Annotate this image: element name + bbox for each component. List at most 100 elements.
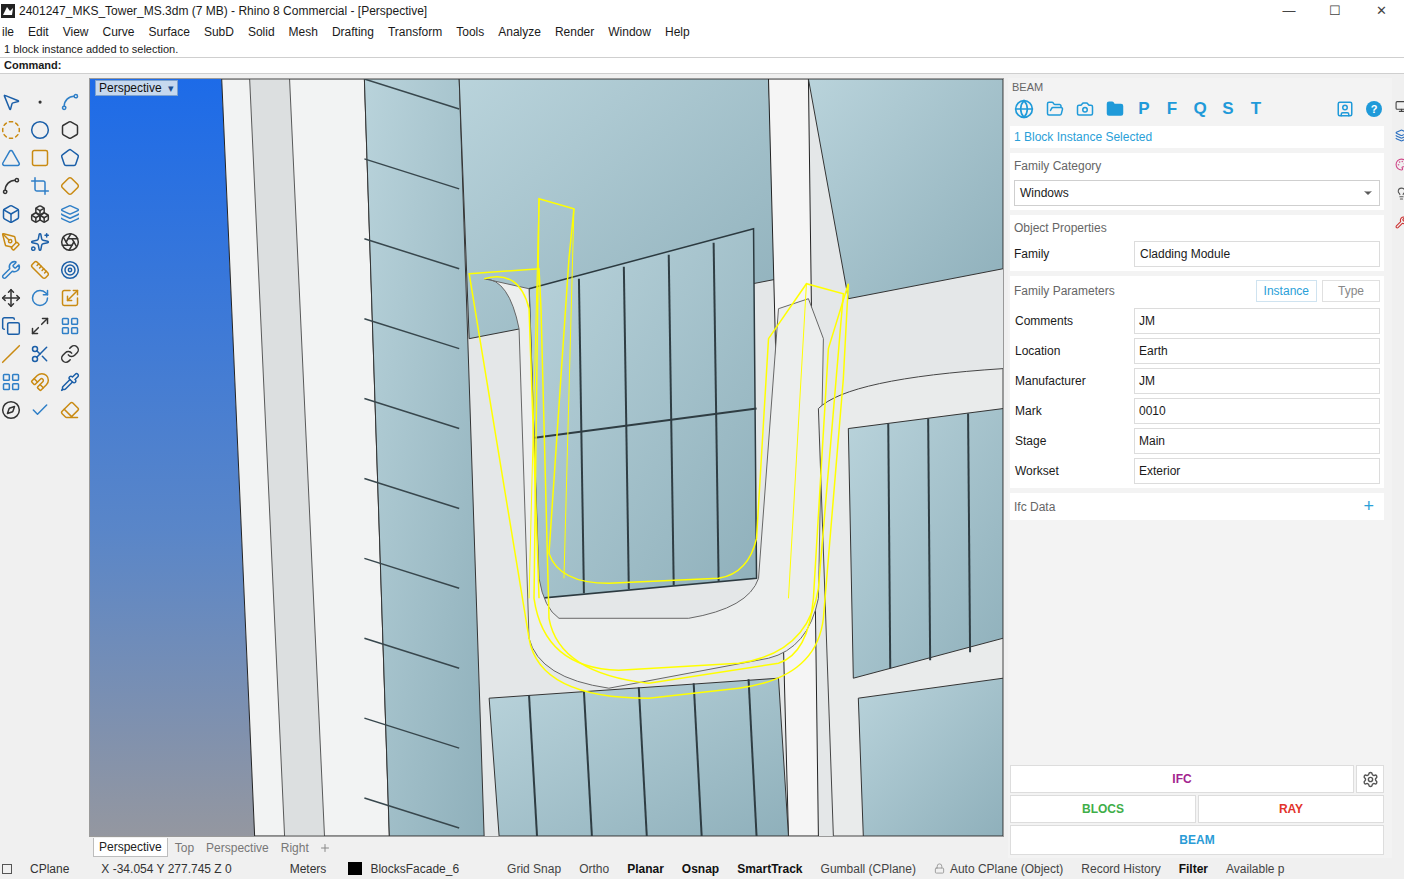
status-toggle[interactable]: Grid Snap <box>507 860 561 878</box>
parameter-field[interactable]: Earth <box>1134 338 1380 364</box>
viewport-tab[interactable]: Top <box>170 839 199 857</box>
cplane-label[interactable]: CPlane <box>30 860 69 878</box>
viewport-tab[interactable]: Perspective <box>201 839 274 857</box>
status-toggle[interactable]: Gumball (CPlane) <box>821 860 916 878</box>
viewport-dropdown[interactable]: ▾ <box>168 80 174 97</box>
current-layer[interactable]: BlocksFacade_6 <box>370 860 459 878</box>
tool-icon[interactable] <box>60 92 80 112</box>
tool-icon[interactable] <box>1 176 21 196</box>
tool-icon[interactable] <box>60 148 80 168</box>
viewport[interactable]: Perspective▾ <box>89 78 1004 837</box>
beam-action-button[interactable]: RAY <box>1198 795 1384 823</box>
menu-item[interactable]: Curve <box>103 23 135 41</box>
tool-icon[interactable] <box>30 400 50 420</box>
beam-button[interactable]: BEAM <box>1010 825 1384 855</box>
status-toggle[interactable]: SmartTrack <box>737 860 802 878</box>
parameter-field[interactable]: JM <box>1134 308 1380 334</box>
ifc-add-button[interactable]: + <box>1363 493 1374 520</box>
light-icon[interactable] <box>1395 187 1404 200</box>
tool-icon[interactable] <box>30 120 50 140</box>
tool-icon[interactable] <box>1 400 21 420</box>
tool-icon[interactable] <box>1 260 21 280</box>
folder-icon[interactable] <box>1106 100 1124 118</box>
parameter-field[interactable]: JM <box>1134 368 1380 394</box>
tool-icon[interactable] <box>30 260 50 280</box>
viewport-tab[interactable]: Perspective <box>93 838 168 857</box>
tool-letter-button[interactable]: F <box>1164 96 1180 122</box>
globe-icon[interactable] <box>1014 99 1034 119</box>
camera-icon[interactable] <box>1076 100 1094 118</box>
tool-icon[interactable] <box>30 344 50 364</box>
menu-item[interactable]: View <box>63 23 89 41</box>
window-control-button[interactable]: — <box>1266 1 1312 21</box>
tool-icon[interactable] <box>60 288 80 308</box>
status-toggle[interactable]: Ortho <box>579 860 609 878</box>
family-category-dropdown[interactable]: Windows <box>1014 180 1380 206</box>
viewport-scene[interactable] <box>90 79 1003 836</box>
tool-icon[interactable] <box>1 120 21 140</box>
menu-item[interactable]: Edit <box>28 23 49 41</box>
tool-icon[interactable] <box>1 372 21 392</box>
menu-item[interactable]: Window <box>608 23 651 41</box>
user-icon[interactable] <box>1336 100 1354 118</box>
tool-icon[interactable] <box>60 120 80 140</box>
tool-letter-button[interactable]: S <box>1220 96 1236 122</box>
parameter-field[interactable]: 0010 <box>1134 398 1380 424</box>
tool-icon[interactable] <box>1 92 21 112</box>
tool-icon[interactable] <box>60 204 80 224</box>
menu-item[interactable]: Surface <box>149 23 190 41</box>
wrench-icon[interactable] <box>1395 216 1404 229</box>
menu-item[interactable]: Help <box>665 23 690 41</box>
menu-item[interactable]: Solid <box>248 23 275 41</box>
layers-icon[interactable] <box>1395 129 1404 142</box>
menu-item[interactable]: Transform <box>388 23 442 41</box>
tool-icon[interactable] <box>1 148 21 168</box>
tool-icon[interactable] <box>30 92 50 112</box>
menu-item[interactable]: Tools <box>456 23 484 41</box>
tool-icon[interactable] <box>30 176 50 196</box>
tool-icon[interactable] <box>60 316 80 336</box>
command-line[interactable]: Command: <box>0 57 1404 74</box>
status-toggle[interactable]: Record History <box>1081 860 1160 878</box>
tool-icon[interactable] <box>60 344 80 364</box>
menu-item[interactable]: Mesh <box>289 23 318 41</box>
menu-item[interactable]: ile <box>2 23 14 41</box>
window-control-button[interactable]: ✕ <box>1358 1 1404 21</box>
tool-icon[interactable] <box>1 204 21 224</box>
status-toggle[interactable]: Osnap <box>682 860 719 878</box>
tool-icon[interactable] <box>1 316 21 336</box>
settings-button[interactable] <box>1356 765 1384 793</box>
status-toggle[interactable]: Planar <box>627 860 664 878</box>
window-control-button[interactable]: ☐ <box>1312 1 1358 21</box>
menu-item[interactable]: Drafting <box>332 23 374 41</box>
tool-icon[interactable] <box>1 232 21 252</box>
add-tab-icon[interactable] <box>319 842 331 854</box>
tool-icon[interactable] <box>30 232 50 252</box>
tool-letter-button[interactable]: T <box>1248 96 1264 122</box>
tool-icon[interactable] <box>60 260 80 280</box>
ifc-button[interactable]: IFC <box>1010 765 1354 793</box>
parameter-field[interactable]: Main <box>1134 428 1380 454</box>
tool-icon[interactable] <box>1 288 21 308</box>
tool-icon[interactable] <box>1 344 21 364</box>
tool-icon[interactable] <box>60 176 80 196</box>
tool-icon[interactable] <box>60 372 80 392</box>
tool-icon[interactable] <box>60 400 80 420</box>
parameter-tab[interactable]: Type <box>1322 280 1380 302</box>
help-button[interactable]: ? <box>1366 101 1382 117</box>
units[interactable]: Meters <box>290 860 327 878</box>
tool-icon[interactable] <box>60 232 80 252</box>
tool-letter-button[interactable]: P <box>1136 96 1152 122</box>
menu-item[interactable]: SubD <box>204 23 234 41</box>
parameter-field[interactable]: Exterior <box>1134 458 1380 484</box>
open-folder-icon[interactable] <box>1046 100 1064 118</box>
palette-icon[interactable] <box>1395 158 1404 171</box>
menu-item[interactable]: Analyze <box>498 23 541 41</box>
tool-icon[interactable] <box>30 372 50 392</box>
menu-item[interactable]: Render <box>555 23 594 41</box>
status-toggle[interactable]: Filter <box>1179 860 1208 878</box>
display-icon[interactable] <box>1395 100 1404 113</box>
tool-icon[interactable] <box>30 204 50 224</box>
viewport-label[interactable]: Perspective▾ <box>95 80 178 96</box>
tool-icon[interactable] <box>30 316 50 336</box>
